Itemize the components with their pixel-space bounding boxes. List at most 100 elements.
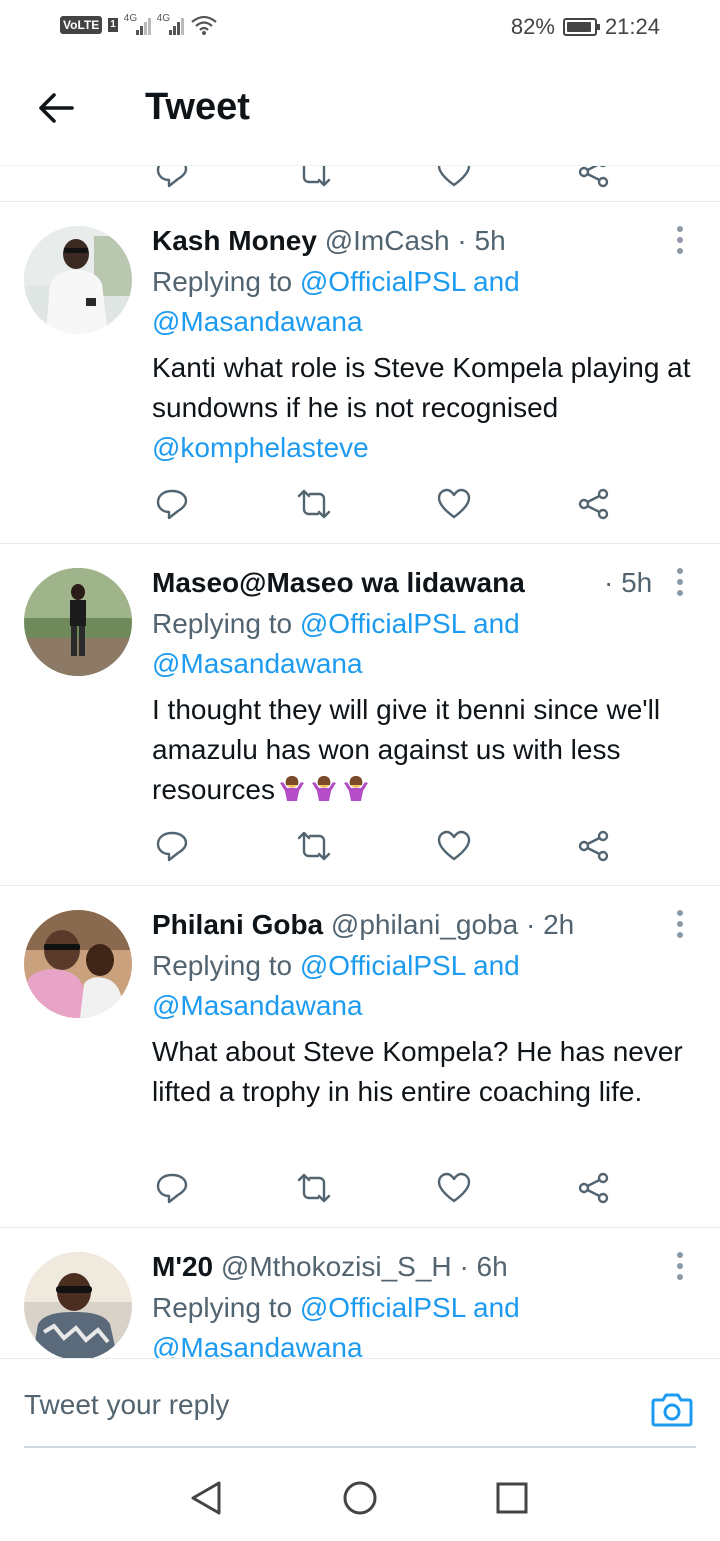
mention-link[interactable]: @OfficialPSL <box>300 1292 465 1323</box>
timestamp: 6h <box>476 1251 508 1282</box>
heart-icon <box>437 488 471 519</box>
like-button[interactable] <box>434 826 474 866</box>
signal-icon: 4G <box>124 13 151 35</box>
retweet-button[interactable] <box>294 166 334 192</box>
share-button[interactable] <box>574 1168 614 1208</box>
like-button[interactable] <box>434 166 474 192</box>
reply-input[interactable]: Tweet your reply <box>24 1389 229 1421</box>
avatar[interactable] <box>24 226 132 334</box>
more-options-button[interactable] <box>670 564 690 600</box>
separator: · <box>604 567 614 598</box>
tweet-header: Philani Goba @philani_goba · 2h <box>152 908 680 942</box>
app-header: Tweet <box>0 56 720 166</box>
retweet-icon <box>297 831 331 861</box>
back-button[interactable] <box>34 86 78 130</box>
nav-back-button[interactable] <box>186 1478 226 1518</box>
retweet-button[interactable] <box>294 826 334 866</box>
like-button[interactable] <box>434 1168 474 1208</box>
more-options-button[interactable] <box>670 222 690 258</box>
tweet-item[interactable]: Philani Goba @philani_goba · 2h Replying… <box>0 886 720 1228</box>
more-vertical-icon <box>677 910 683 916</box>
reply-button[interactable] <box>152 1168 192 1208</box>
page-title: Tweet <box>145 86 250 128</box>
mention-link[interactable]: @komphelasteve <box>152 432 369 463</box>
status-left: VoLTE 1 4G 4G <box>60 13 218 36</box>
user-handle[interactable]: @Mthokozisi_S_H <box>221 1251 452 1282</box>
share-button[interactable] <box>574 826 614 866</box>
avatar[interactable] <box>24 1252 132 1358</box>
retweet-icon <box>297 489 331 519</box>
tweet-item[interactable]: Kash Money @ImCash · 5h Replying to @Off… <box>0 202 720 544</box>
more-vertical-icon <box>677 226 683 232</box>
reply-button[interactable] <box>152 484 192 524</box>
more-vertical-icon <box>677 1252 683 1258</box>
and-label: and <box>473 950 520 981</box>
share-icon <box>578 166 609 188</box>
person-shrugging-icon <box>279 776 304 801</box>
replying-to: Replying to @OfficialPSL and @Masandawan… <box>152 604 700 684</box>
triangle-back-icon <box>191 1481 221 1515</box>
user-handle[interactable]: @philani_goba <box>331 909 518 940</box>
display-name[interactable]: Kash Money <box>152 225 317 256</box>
display-name[interactable]: M'20 <box>152 1251 213 1282</box>
replying-to: Replying to @OfficialPSL and @Masandawan… <box>152 262 700 342</box>
reply-composer: Tweet your reply <box>0 1358 720 1448</box>
retweet-button[interactable] <box>294 1168 334 1208</box>
signal-icon-2: 4G <box>157 13 184 35</box>
tweet-header: M'20 @Mthokozisi_S_H · 6h <box>152 1250 680 1284</box>
user-handle[interactable]: @ImCash <box>325 225 450 256</box>
replying-label: Replying to <box>152 266 293 297</box>
mention-link[interactable]: @OfficialPSL <box>300 266 465 297</box>
circle-home-icon <box>343 1481 377 1515</box>
like-button[interactable] <box>434 484 474 524</box>
mention-link[interactable]: @Masandawana <box>152 648 363 679</box>
mention-link[interactable]: @Masandawana <box>152 306 363 337</box>
person-shrugging-icon <box>311 776 336 801</box>
avatar[interactable] <box>24 910 132 1018</box>
avatar[interactable] <box>24 568 132 676</box>
share-button[interactable] <box>574 166 614 192</box>
replying-label: Replying to <box>152 1292 293 1323</box>
more-options-button[interactable] <box>670 1248 690 1284</box>
nav-recents-button[interactable] <box>492 1478 532 1518</box>
share-button[interactable] <box>574 484 614 524</box>
camera-button[interactable] <box>650 1387 694 1431</box>
share-icon <box>578 1172 609 1204</box>
heart-icon <box>437 830 471 861</box>
mention-link[interactable]: @OfficialPSL <box>300 608 465 639</box>
timestamp: 5h <box>621 567 653 598</box>
retweet-button[interactable] <box>294 484 334 524</box>
tweet-item[interactable]: M'20 @Mthokozisi_S_H · 6h Replying to @O… <box>0 1228 720 1358</box>
reply-button[interactable] <box>152 166 192 192</box>
reply-icon <box>156 1173 188 1204</box>
mention-link[interactable]: @Masandawana <box>152 990 363 1021</box>
volte-indicator: VoLTE <box>60 16 103 34</box>
camera-icon <box>651 1393 693 1427</box>
and-label: and <box>473 266 520 297</box>
tweet-body: I thought they will give it benni since … <box>152 694 661 805</box>
separator: · <box>525 909 536 940</box>
wifi-icon <box>191 15 217 35</box>
display-name[interactable]: Philani Goba <box>152 909 323 940</box>
nav-home-button[interactable] <box>340 1478 380 1518</box>
reply-feed[interactable]: Kash Money @ImCash · 5h Replying to @Off… <box>0 166 720 1358</box>
timestamp: 2h <box>543 909 575 940</box>
reply-icon <box>156 489 188 520</box>
reply-button[interactable] <box>152 826 192 866</box>
tweet-item[interactable]: Maseo@Maseo wa lidawana · 5h Replying to… <box>0 544 720 886</box>
tweet-actions <box>152 484 620 524</box>
battery-percent: 82% <box>510 14 555 39</box>
display-name[interactable]: Maseo@Maseo wa lidawana <box>152 567 525 598</box>
and-label: and <box>473 1292 520 1323</box>
retweet-icon <box>297 1173 331 1203</box>
mention-link[interactable]: @Masandawana <box>152 1332 363 1358</box>
tweet-actions <box>152 1168 620 1208</box>
mention-link[interactable]: @OfficialPSL <box>300 950 465 981</box>
previous-tweet-actions <box>0 166 720 202</box>
timestamp: 5h <box>474 225 506 256</box>
tweet-body: Kanti what role is Steve Kompela playing… <box>152 352 691 423</box>
tweet-header: Kash Money @ImCash · 5h <box>152 224 680 258</box>
tweet-text: I thought they will give it benni since … <box>152 690 698 810</box>
more-options-button[interactable] <box>670 906 690 942</box>
tweet-time: · 5h <box>604 566 652 600</box>
